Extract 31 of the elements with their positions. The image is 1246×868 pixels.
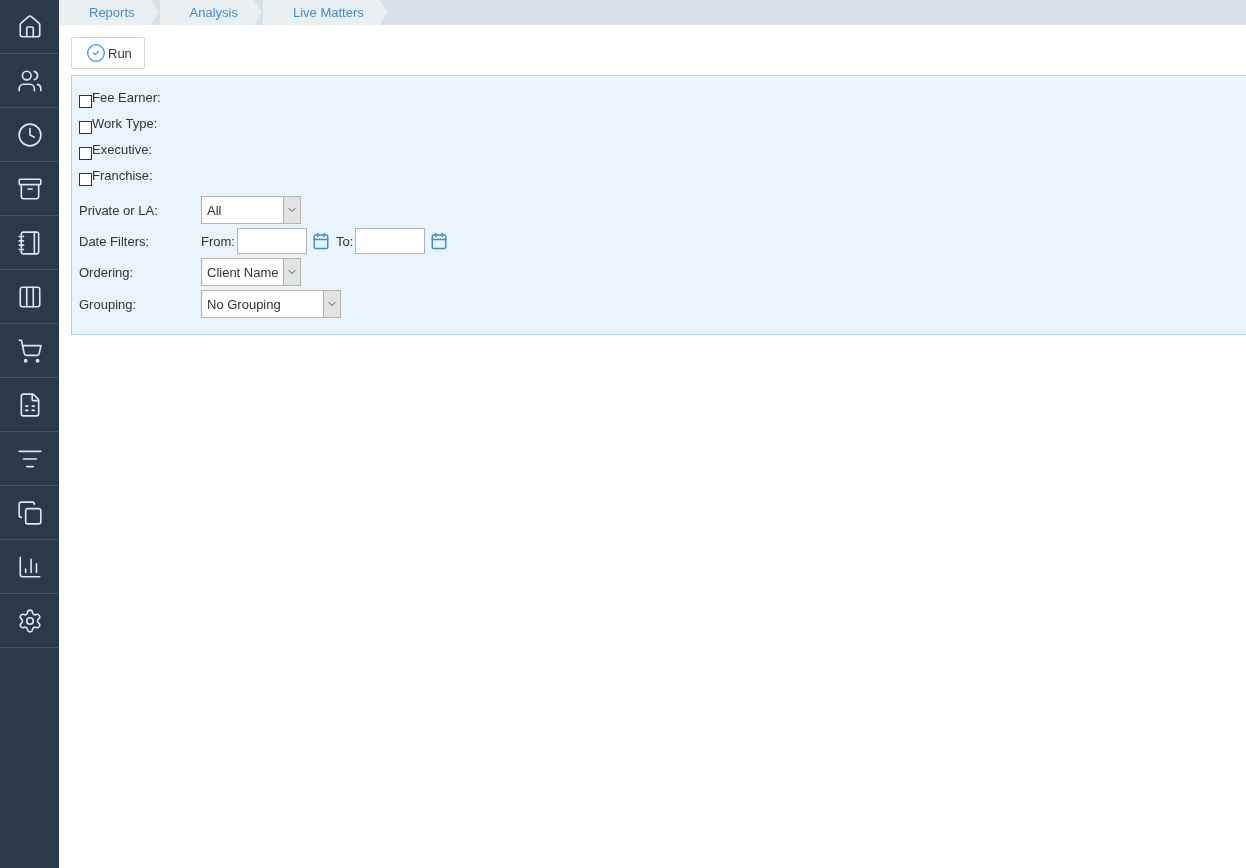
people-icon bbox=[16, 67, 43, 94]
run-button[interactable]: Run bbox=[71, 37, 145, 69]
date-input[interactable] bbox=[355, 228, 426, 254]
calendar-icon[interactable] bbox=[430, 232, 449, 250]
columns-icon bbox=[16, 283, 43, 310]
dropdown[interactable]: Client Name bbox=[201, 258, 301, 286]
to-label: To: bbox=[335, 233, 354, 249]
home-icon bbox=[16, 13, 43, 40]
dropdown[interactable]: No Grouping bbox=[201, 290, 341, 318]
dropdown[interactable]: All bbox=[201, 196, 301, 224]
cart-icon bbox=[16, 337, 43, 364]
checkbox[interactable] bbox=[79, 173, 92, 186]
documents-icon bbox=[16, 499, 43, 526]
checkbox[interactable] bbox=[79, 147, 92, 160]
filter-label: Ordering: bbox=[79, 264, 135, 280]
date-input[interactable] bbox=[236, 228, 307, 254]
filter-label: Franchise: bbox=[92, 168, 153, 183]
clock-icon bbox=[16, 121, 43, 148]
filter-label: Fee Earner: bbox=[92, 90, 161, 105]
calendar-icon[interactable] bbox=[311, 232, 330, 250]
checkbox[interactable] bbox=[79, 121, 92, 134]
settings-icon bbox=[16, 607, 43, 634]
filter-label: Date Filters: bbox=[79, 233, 151, 249]
filter-label: Grouping: bbox=[79, 296, 138, 312]
checkbox[interactable] bbox=[79, 95, 92, 108]
from-label: From: bbox=[201, 233, 235, 249]
filter-label: Executive: bbox=[92, 142, 152, 157]
box-icon bbox=[16, 175, 43, 202]
filter-label: Private or LA: bbox=[79, 202, 159, 218]
check-circle-icon bbox=[86, 43, 106, 63]
filter-label: Work Type: bbox=[92, 116, 158, 131]
